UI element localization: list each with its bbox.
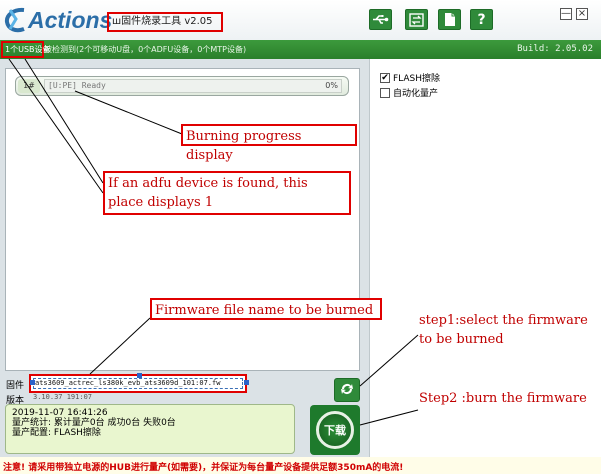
annotation-adfu-note: If an adfu device is found, this place d… (103, 171, 351, 215)
annotation-burning-progress: Burning progress display (181, 124, 357, 163)
annotation-step1: step1:select the firmware to be burned (419, 313, 588, 347)
annotation-firmware-name: Firmware file name to be burned (150, 298, 382, 320)
app-window: Actions ш固件烧录工具 v2.05 ? — × 1个USB设备 被检测到… (0, 0, 601, 474)
annotation-step2: Step2 :burn the firmware (419, 391, 587, 406)
